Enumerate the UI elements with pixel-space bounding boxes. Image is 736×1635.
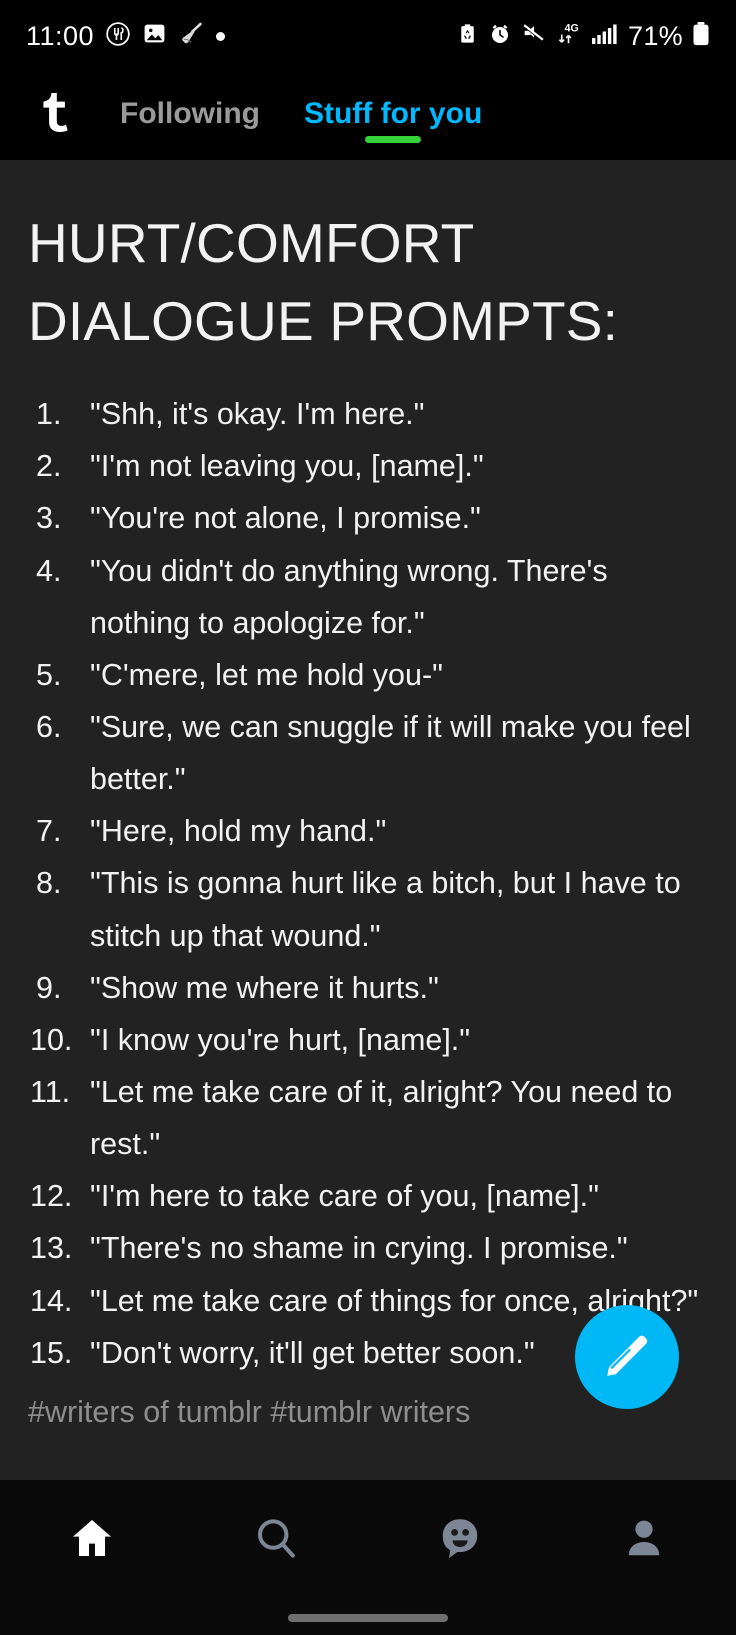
prompt-number: 14. [30, 1283, 73, 1318]
bottom-nav-items [0, 1480, 736, 1601]
status-bar: 11:00 4G 71% [0, 0, 736, 72]
prompt-text: "Let me take care of it, alright? You ne… [90, 1075, 673, 1162]
active-tab-indicator [365, 136, 422, 143]
prompt-item: 10. "I know you're hurt, [name]." [28, 1014, 708, 1066]
bottom-nav-item-home[interactable] [0, 1480, 184, 1601]
prompt-item: 5. "C'mere, let me hold you-" [28, 649, 708, 701]
status-bar-left: 11:00 [26, 20, 226, 52]
broom-cleaner-icon [178, 20, 205, 52]
tumblr-logo-icon[interactable] [30, 93, 74, 139]
prompt-item: 13. "There's no shame in crying. I promis… [28, 1222, 708, 1274]
food-delivery-icon [105, 21, 131, 52]
bottom-nav-item-explore[interactable] [184, 1480, 368, 1601]
prompt-text: "This is gonna hurt like a bitch, but I … [90, 866, 681, 953]
prompt-number: 13. [30, 1231, 73, 1266]
prompt-text: "Shh, it's okay. I'm here." [90, 397, 425, 432]
prompt-text: "I'm not leaving you, [name]." [90, 449, 484, 484]
prompt-item: 3. "You're not alone, I promise." [28, 492, 708, 544]
prompt-number: 11. [30, 1075, 71, 1110]
prompt-number: 9. [36, 970, 62, 1005]
prompt-item: 4. "You didn't do anything wrong. There's… [28, 545, 708, 649]
prompt-item: 2. "I'm not leaving you, [name]." [28, 440, 708, 492]
prompt-number: 1. [36, 397, 62, 432]
dot-indicator-icon [216, 31, 226, 41]
chat-smiley-icon [436, 1514, 484, 1567]
prompt-item: 9. "Show me where it hurts." [28, 962, 708, 1014]
prompt-item: 1. "Shh, it's okay. I'm here." [28, 388, 708, 440]
battery-icon [692, 21, 710, 52]
prompt-number: 10. [30, 1022, 73, 1057]
prompt-text: "I know you're hurt, [name]." [90, 1022, 471, 1057]
home-icon [68, 1514, 116, 1567]
prompt-text: "Here, hold my hand." [90, 814, 387, 849]
svg-text:4G: 4G [565, 23, 579, 35]
status-bar-right: 4G 71% [456, 20, 710, 52]
battery-percent-label: 71% [628, 20, 683, 51]
prompt-number: 8. [36, 866, 62, 901]
photo-icon [142, 21, 167, 51]
prompt-item: 11. "Let me take care of it, alright? You… [28, 1066, 708, 1170]
mute-icon [521, 21, 546, 51]
post-card[interactable]: HURT/COMFORT DIALOGUE PROMPTS: 1. "Shh, i… [0, 160, 736, 1480]
prompt-item: 12. "I'm here to take care of you, [name]… [28, 1170, 708, 1222]
bottom-nav-item-account[interactable] [552, 1480, 736, 1601]
person-icon [620, 1514, 668, 1567]
battery-saver-icon [456, 22, 479, 50]
prompt-item: 8. "This is gonna hurt like a bitch, but … [28, 857, 708, 961]
prompt-number: 12. [30, 1179, 73, 1214]
prompt-text: "You didn't do anything wrong. There's n… [90, 553, 608, 640]
top-navigation-bar: Following Stuff for you [0, 72, 736, 160]
search-icon [252, 1514, 300, 1567]
prompt-number: 5. [36, 657, 62, 692]
mobile-data-icon: 4G [555, 20, 582, 52]
prompt-number: 15. [30, 1335, 73, 1370]
signal-bars-icon [591, 22, 619, 51]
prompt-number: 6. [36, 710, 62, 745]
prompt-text: "C'mere, let me hold you-" [90, 657, 443, 692]
alarm-clock-icon [488, 22, 512, 51]
tab-stuff-for-you[interactable]: Stuff for you [304, 87, 482, 145]
compose-post-button[interactable] [575, 1305, 679, 1409]
prompt-text: "I'm here to take care of you, [name]." [90, 1179, 599, 1214]
prompt-item: 7. "Here, hold my hand." [28, 805, 708, 857]
post-title: HURT/COMFORT DIALOGUE PROMPTS: [28, 212, 619, 353]
prompt-number: 7. [36, 814, 62, 849]
tab-stuff-for-you-label: Stuff for you [303, 97, 483, 130]
home-gesture-bar[interactable] [288, 1614, 448, 1622]
tab-following-label: Following [120, 97, 260, 130]
prompt-number: 2. [36, 449, 62, 484]
status-bar-clock: 11:00 [26, 20, 95, 51]
prompt-text: "You're not alone, I promise." [90, 501, 481, 536]
prompt-list: 1. "Shh, it's okay. I'm here." 2. "I'm not … [28, 388, 708, 1379]
bottom-nav-item-messages[interactable] [368, 1480, 552, 1601]
gesture-bar-area [0, 1601, 736, 1635]
prompt-text: "There's no shame in crying. I promise." [90, 1231, 628, 1266]
tab-following[interactable]: Following [120, 87, 260, 145]
prompt-text: "Sure, we can snuggle if it will make yo… [90, 710, 691, 797]
prompt-item: 6. "Sure, we can snuggle if it will make … [28, 701, 708, 805]
bottom-navigation-bar [0, 1480, 736, 1635]
pencil-icon [600, 1328, 654, 1387]
prompt-text: "Show me where it hurts." [90, 970, 439, 1005]
prompt-number: 4. [36, 553, 62, 588]
prompt-number: 3. [36, 501, 62, 536]
